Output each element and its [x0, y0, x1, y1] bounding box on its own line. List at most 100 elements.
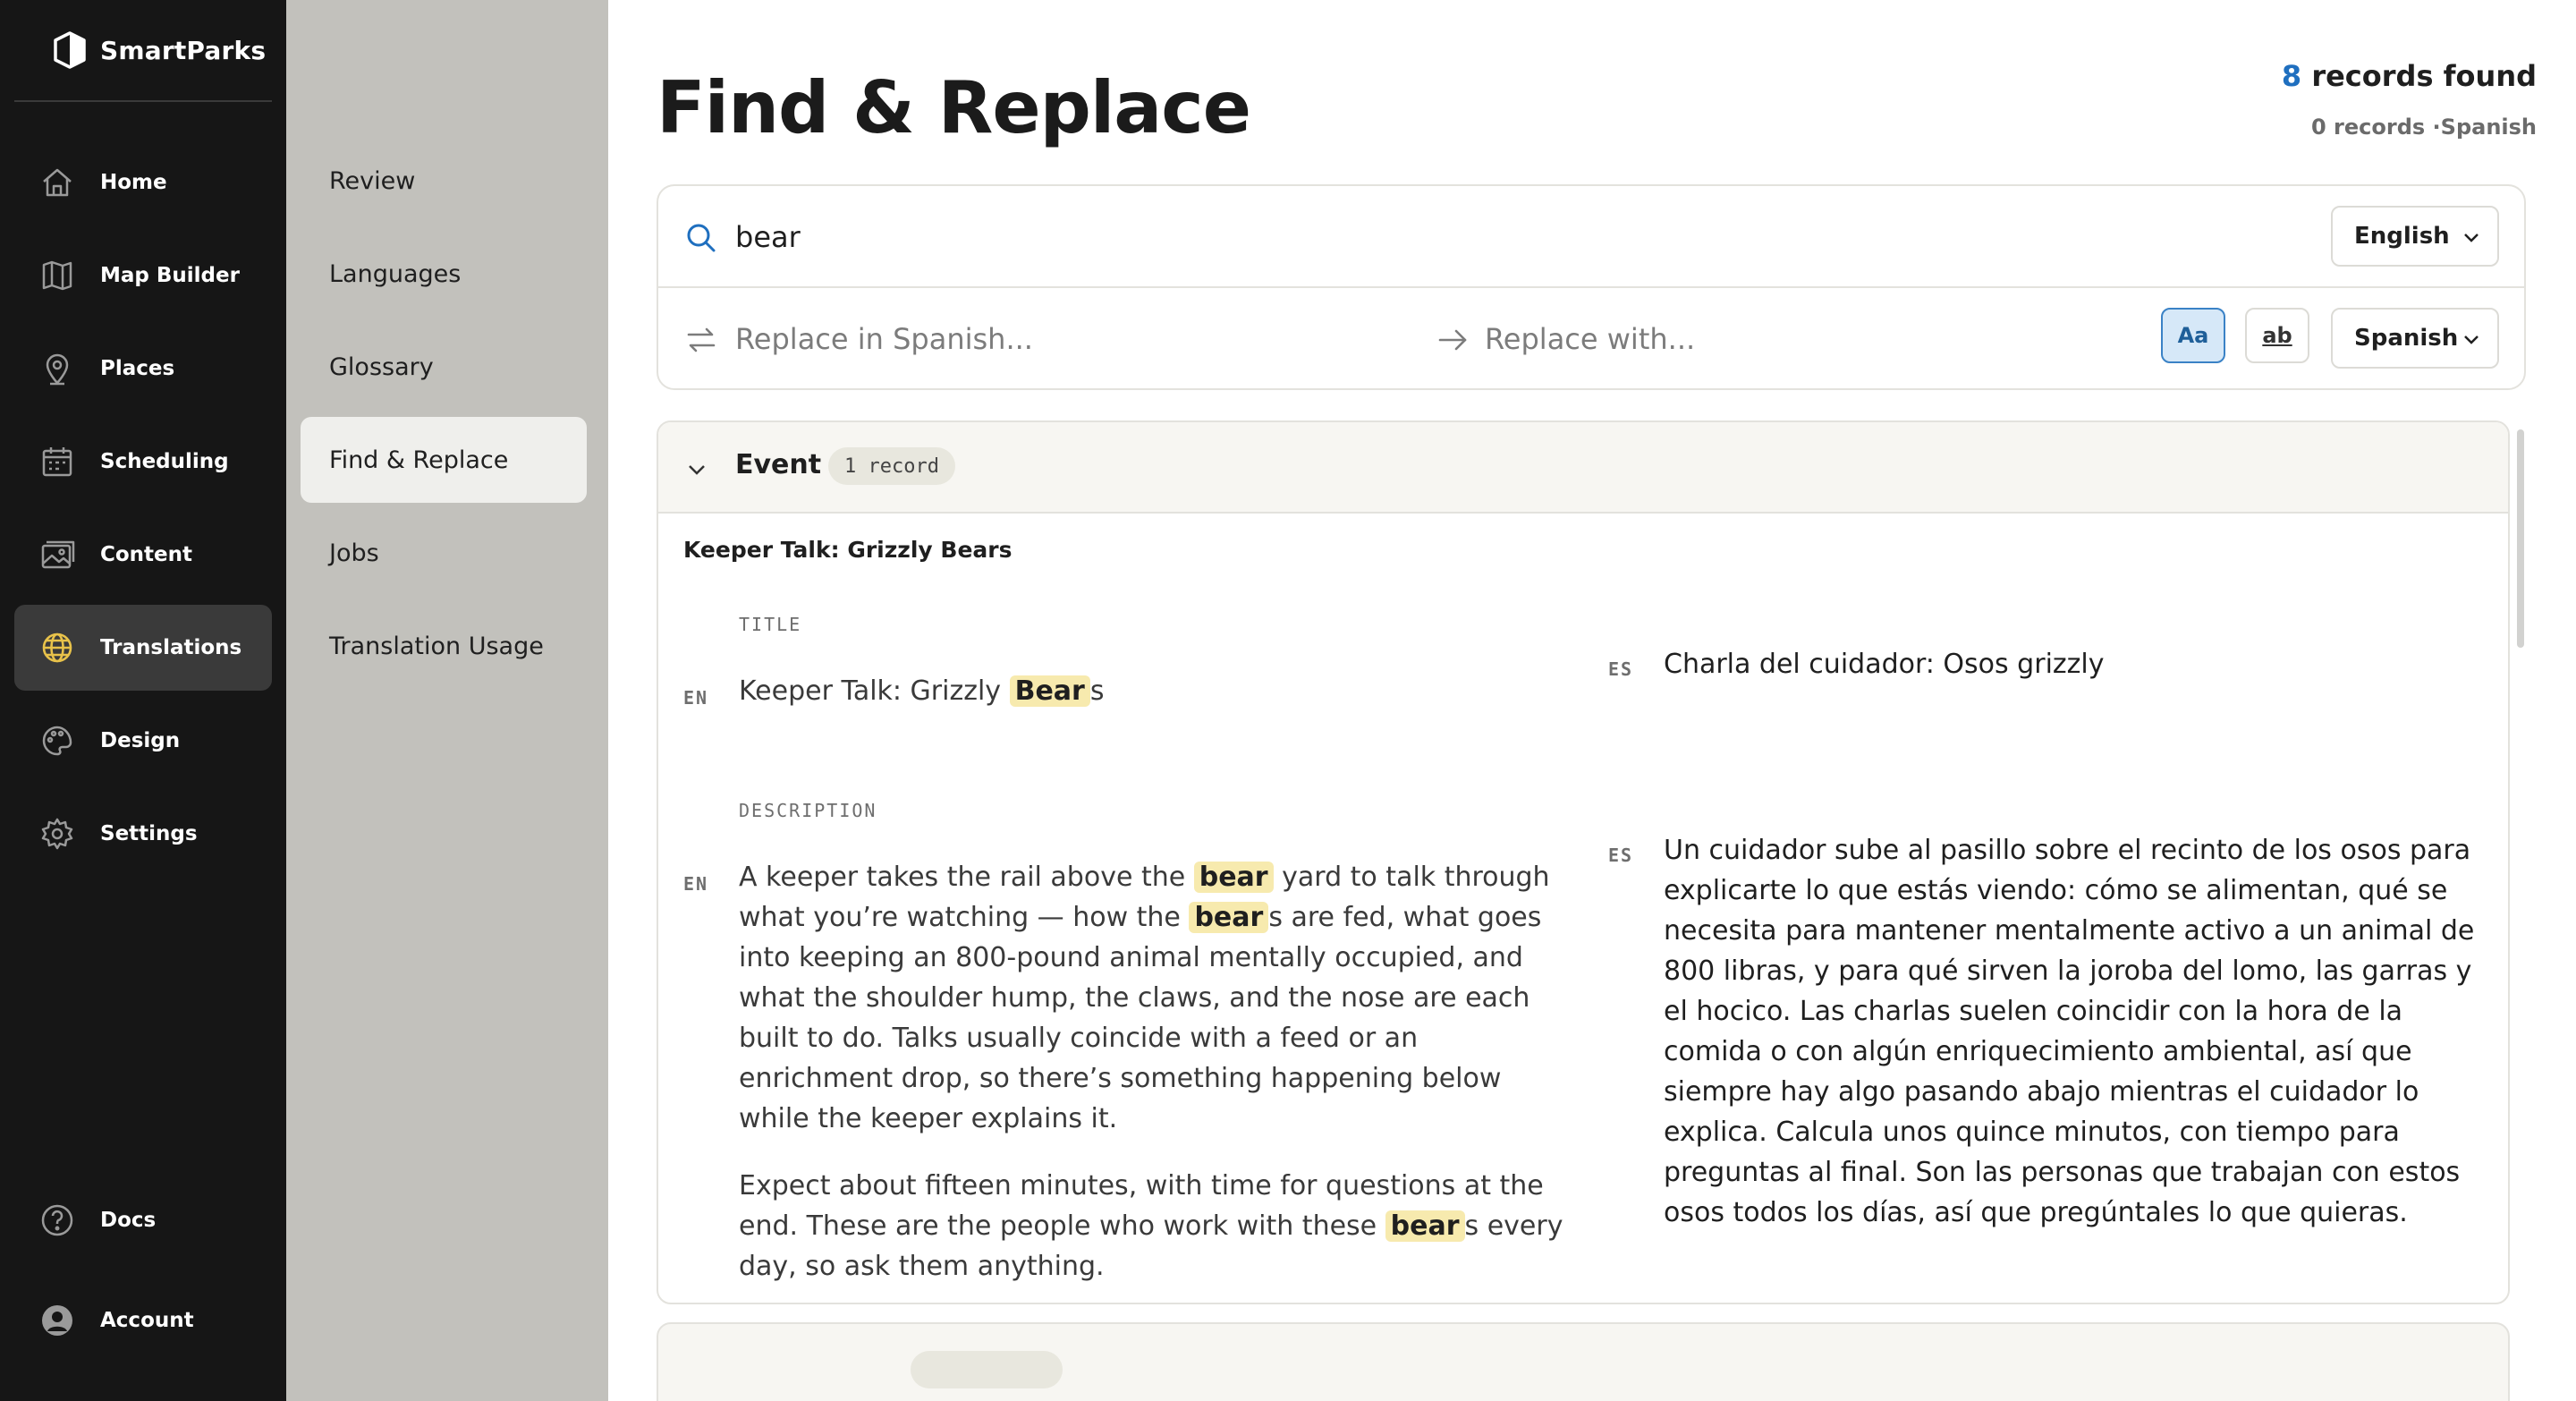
record-title[interactable]: Keeper Talk: Grizzly Bears	[683, 537, 1013, 563]
field-label-title: TITLE	[739, 614, 802, 635]
subnav-item-label: Review	[329, 166, 416, 195]
sidebar-item-translations[interactable]: Translations	[14, 605, 272, 691]
result-group-event: Event 1 record Keeper Talk: Grizzly Bear…	[657, 420, 2510, 1304]
title-es-text[interactable]: Charla del cuidador: Osos grizzly	[1664, 644, 2496, 684]
subnav-item-review[interactable]: Review	[301, 138, 587, 224]
chevron-down-icon[interactable]	[685, 458, 708, 481]
pin-icon	[14, 326, 100, 412]
records-sub: 0 records ·Spanish	[2311, 115, 2537, 140]
arrow-right-icon	[1438, 329, 1467, 351]
subnav-item-label: Glossary	[329, 352, 434, 381]
result-group-badge: 1 record	[828, 447, 955, 485]
help-icon	[14, 1177, 100, 1263]
brand-name: SmartParks	[100, 35, 267, 65]
records-summary: 8 records found 0 records ·Spanish	[2282, 59, 2537, 140]
result-group-badge	[911, 1351, 1063, 1388]
match-highlight: Bear	[1009, 675, 1090, 707]
subnav-item-label: Languages	[329, 259, 462, 288]
calendar-icon	[14, 419, 100, 505]
search-row: English	[658, 186, 2524, 288]
title-en-text[interactable]: Keeper Talk: Grizzly Bear s	[739, 671, 1571, 711]
description-en-text[interactable]: A keeper takes the rail above the bear y…	[739, 857, 1571, 1286]
result-group-name: Event	[735, 449, 822, 480]
subnav-item-jobs[interactable]: Jobs	[301, 510, 587, 596]
chevron-down-icon	[2464, 335, 2479, 344]
match-highlight: bear	[1385, 1210, 1465, 1242]
subnav-item-label: Jobs	[329, 539, 379, 567]
find-replace-panel: English Aa ab Spanish	[657, 184, 2526, 390]
match-case-toggle[interactable]: Aa	[2161, 308, 2225, 363]
subnav-item-label: Find & Replace	[329, 446, 509, 474]
description-en-paragraph: A keeper takes the rail above the bear y…	[739, 862, 1550, 1134]
search-icon	[687, 224, 716, 252]
sidebar-item-label: Scheduling	[100, 450, 229, 473]
subnav-item-translation-usage[interactable]: Translation Usage	[301, 603, 587, 689]
sidebar-item-design[interactable]: Design	[14, 698, 272, 784]
target-language-select[interactable]: Spanish	[2331, 308, 2499, 369]
search-input[interactable]	[735, 211, 2077, 263]
main-sidebar: SmartParks Home Map Builder Places Sched…	[0, 0, 286, 1401]
result-group-header[interactable]: Event 1 record	[658, 422, 2508, 514]
match-highlight: bear	[1189, 902, 1269, 933]
sidebar-item-label: Map Builder	[100, 264, 240, 287]
text-segment: s	[1089, 675, 1105, 707]
map-icon	[14, 233, 100, 318]
sidebar-item-label: Settings	[100, 822, 198, 845]
sidebar-item-label: Translations	[100, 636, 242, 659]
sidebar-item-home[interactable]: Home	[14, 140, 272, 225]
chevron-down-icon	[2464, 234, 2479, 242]
subnav-item-label: Translation Usage	[329, 632, 544, 660]
image-icon	[14, 512, 100, 598]
sidebar-item-label: Places	[100, 357, 175, 380]
lang-tag-es: ES	[1608, 845, 1634, 866]
replace-find-input[interactable]	[735, 313, 1379, 365]
subnav-item-languages[interactable]: Languages	[301, 231, 587, 317]
sidebar-item-map-builder[interactable]: Map Builder	[14, 233, 272, 318]
translations-subnav: Review Languages Glossary Find & Replace…	[286, 0, 608, 1401]
target-language-value: Spanish	[2354, 325, 2459, 352]
smartparks-logo-icon	[54, 31, 86, 69]
sidebar-item-account[interactable]: Account	[14, 1278, 272, 1363]
sidebar-item-label: Content	[100, 543, 193, 566]
sidebar-item-label: Design	[100, 729, 181, 752]
lang-tag-en: EN	[683, 873, 709, 895]
results-scrollbar[interactable]	[2517, 429, 2524, 648]
description-en-paragraph: Expect about fifteen minutes, with time …	[739, 1166, 1571, 1286]
palette-icon	[14, 698, 100, 784]
replace-row: Aa ab Spanish	[658, 288, 2524, 390]
home-icon	[14, 140, 100, 225]
lang-tag-en: EN	[683, 687, 709, 709]
sidebar-item-label: Account	[100, 1309, 194, 1332]
swap-icon	[687, 327, 716, 352]
sidebar-item-settings[interactable]: Settings	[14, 791, 272, 877]
main-content: Find & Replace 8 records found 0 records…	[608, 0, 2576, 1401]
lang-tag-es: ES	[1608, 658, 1634, 680]
user-icon	[14, 1278, 100, 1363]
globe-icon	[14, 605, 100, 691]
text-segment: s are fed, what goes into keeping an 800…	[739, 902, 1542, 1134]
source-language-select[interactable]: English	[2331, 206, 2499, 267]
sidebar-item-label: Home	[100, 171, 167, 194]
subnav-item-glossary[interactable]: Glossary	[301, 324, 587, 410]
sidebar-item-places[interactable]: Places	[14, 326, 272, 412]
field-label-description: DESCRIPTION	[739, 800, 877, 821]
records-found: 8 records found	[2282, 59, 2537, 93]
whole-word-toggle[interactable]: ab	[2245, 308, 2309, 363]
sidebar-item-docs[interactable]: Docs	[14, 1177, 272, 1263]
sidebar-item-label: Docs	[100, 1209, 157, 1232]
description-es-text[interactable]: Un cuidador sube al pasillo sobre el rec…	[1664, 830, 2496, 1233]
page-title: Find & Replace	[657, 66, 1251, 149]
sidebar-item-scheduling[interactable]: Scheduling	[14, 419, 272, 505]
replace-with-input[interactable]	[1485, 313, 2129, 365]
match-highlight: bear	[1193, 862, 1274, 893]
subnav-item-find-replace[interactable]: Find & Replace	[301, 417, 587, 503]
text-segment: A keeper takes the rail above the	[739, 862, 1194, 893]
result-group-next[interactable]	[657, 1322, 2510, 1401]
source-language-value: English	[2354, 223, 2450, 250]
brand-divider	[14, 100, 272, 102]
text-segment: Keeper Talk: Grizzly	[739, 675, 1010, 707]
brand[interactable]: SmartParks	[52, 30, 266, 70]
gear-icon	[14, 791, 100, 877]
records-count: 8	[2281, 59, 2302, 93]
sidebar-item-content[interactable]: Content	[14, 512, 272, 598]
